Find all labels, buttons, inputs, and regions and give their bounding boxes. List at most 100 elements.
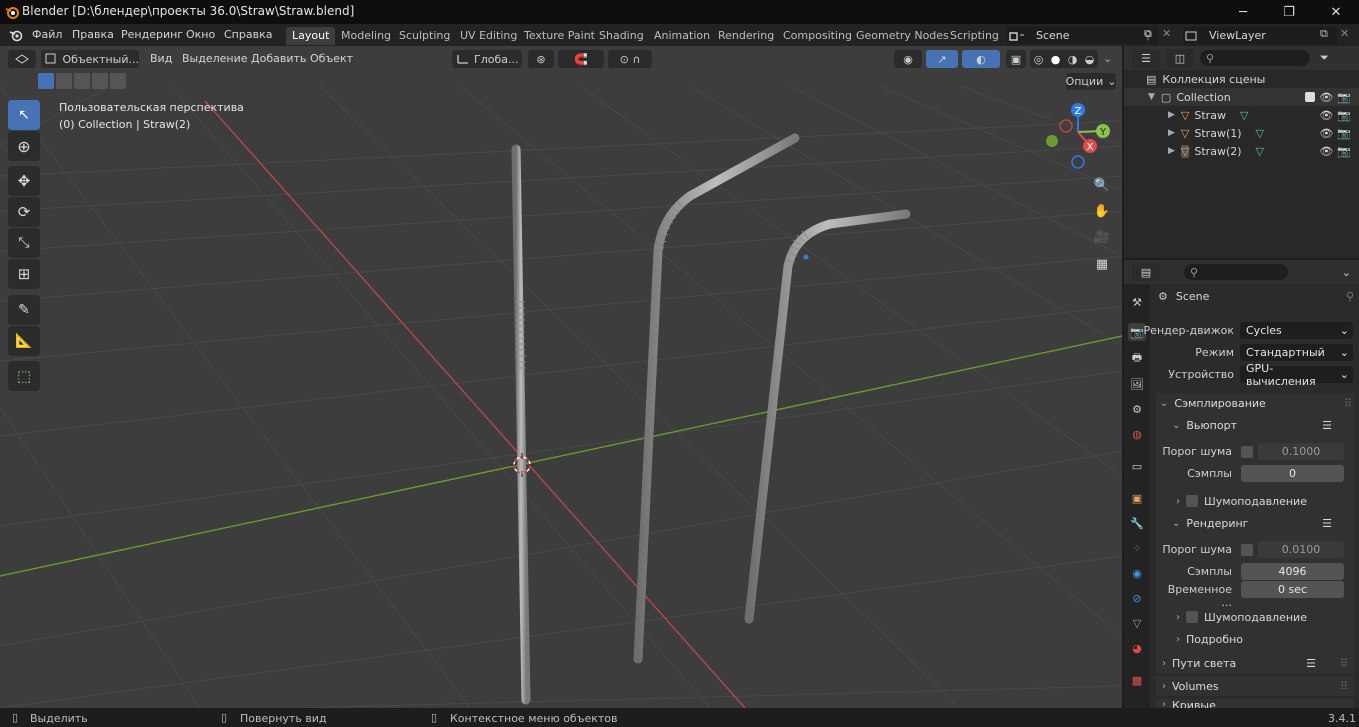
mesh-data-icon[interactable]: ▽ (1256, 127, 1264, 140)
delete-scene-icon[interactable]: ✕ (1162, 27, 1171, 40)
render-noise-threshold-checkbox[interactable] (1241, 544, 1253, 556)
object-tab[interactable]: ▣ (1128, 489, 1146, 507)
advanced-row[interactable]: › Подробно (1176, 631, 1346, 647)
data-tab[interactable]: ▽ (1128, 614, 1146, 632)
viewlayer-selector[interactable]: ViewLayer (1183, 27, 1338, 44)
eye-icon[interactable]: 👁 (1319, 145, 1333, 158)
tab-texture-paint[interactable]: Texture Paint (518, 27, 601, 45)
pivot-point-button[interactable]: ⊛ (528, 50, 554, 68)
viewport-noise-threshold-checkbox[interactable] (1241, 446, 1253, 458)
material-tab[interactable]: ◕ (1128, 639, 1146, 657)
preset-list-icon[interactable]: ☰ (1306, 657, 1316, 670)
tab-compositing[interactable]: Compositing (777, 27, 858, 45)
constraints-tab[interactable]: ⊘ (1128, 589, 1146, 607)
properties-editor-type-button[interactable]: ▤ (1132, 263, 1160, 281)
display-mode-button[interactable]: ◫ (1166, 49, 1194, 67)
tab-geometry-nodes[interactable]: Geometry Nodes (850, 27, 955, 45)
camera-icon[interactable]: 📷 (1337, 109, 1351, 122)
feature-set-dropdown[interactable]: Стандартный ⌄ (1240, 344, 1353, 361)
maximize-button[interactable]: ❐ (1266, 0, 1312, 24)
properties-search-input[interactable]: ⚲ (1184, 264, 1288, 280)
outliner-row-collection[interactable]: ▼ ▢ Collection 👁 📷 (1124, 88, 1359, 106)
wireframe-shading-icon[interactable]: ◎ (1034, 53, 1044, 66)
xray-toggle-button[interactable]: ▣ (1006, 50, 1026, 68)
eye-icon[interactable]: 👁 (1319, 109, 1333, 122)
modifier-tab[interactable]: 🔧 (1128, 514, 1146, 532)
camera-icon[interactable]: 📷 (1337, 145, 1351, 158)
scene-selector[interactable]: Scene ⚲ (1006, 27, 1158, 44)
move-tool[interactable]: ✥ (8, 166, 40, 196)
options-button[interactable]: Опции ⌄ (1066, 73, 1116, 90)
blender-menu-icon[interactable] (9, 28, 23, 42)
proportional-edit-button[interactable]: ⊙ ∩ (608, 50, 652, 68)
tool-tab[interactable]: ⚒ (1128, 293, 1146, 311)
menu-object[interactable]: Объект (310, 52, 353, 65)
camera-icon[interactable]: 📷 (1337, 127, 1351, 140)
ortho-toggle-button[interactable]: ▦ (1090, 252, 1114, 276)
select-invert-icon[interactable] (110, 73, 126, 89)
transform-orientation-selector[interactable]: Глоба... (452, 50, 522, 68)
viewport-noise-threshold-field[interactable]: 0.1000 (1258, 443, 1344, 460)
snap-button[interactable]: 🧲 (558, 50, 604, 68)
tab-shading[interactable]: Shading (593, 27, 650, 45)
menu-edit[interactable]: Правка (72, 28, 114, 41)
collection-tab[interactable]: ▭ (1128, 457, 1146, 475)
outliner-row-straw-1[interactable]: ▶ ▽ Straw(1) ▽ 👁 📷 (1124, 124, 1359, 142)
close-button[interactable]: ✕ (1313, 0, 1359, 24)
mesh-data-icon[interactable]: ▽ (1256, 145, 1264, 158)
expand-icon[interactable]: ▶ (1168, 128, 1175, 138)
expand-icon[interactable]: ▶ (1168, 146, 1175, 156)
render-noise-threshold-field[interactable]: 0.0100 (1258, 541, 1344, 558)
tab-rendering[interactable]: Rendering (712, 27, 780, 45)
shading-mode-group[interactable]: ◎ ● ◑ ◒ (1030, 50, 1098, 68)
curves-panel-header[interactable]: › Кривые (1156, 699, 1354, 708)
device-dropdown[interactable]: GPU-вычисления ⌄ (1240, 362, 1353, 388)
render-denoise-checkbox[interactable] (1186, 611, 1198, 623)
drag-handle-icon[interactable]: ⠿ (1340, 680, 1348, 693)
filter-icon[interactable]: ⏷ (1320, 51, 1329, 65)
world-tab[interactable]: ◍ (1128, 425, 1146, 443)
menu-view[interactable]: Вид (150, 52, 172, 65)
eye-icon[interactable]: 👁 (1319, 91, 1333, 104)
camera-icon[interactable]: 📷 (1337, 91, 1351, 104)
viewport-denoise-row[interactable]: › Шумоподавление (1176, 493, 1346, 509)
tab-scripting[interactable]: Scripting (944, 27, 1005, 45)
render-engine-dropdown[interactable]: Cycles ⌄ (1240, 322, 1353, 339)
outliner-editor-type-button[interactable]: ☰ (1132, 49, 1160, 67)
volumes-panel-header[interactable]: › Volumes ⠿ (1156, 676, 1354, 696)
physics-tab[interactable]: ◉ (1128, 564, 1146, 582)
navigation-gizmo[interactable]: Z Y X (1040, 96, 1116, 172)
time-limit-field[interactable]: 0 sec (1241, 581, 1344, 598)
scale-tool[interactable]: ⤡ (8, 228, 40, 258)
overlays-toggle-button[interactable]: ◐ (962, 50, 1000, 68)
gizmo-toggle-button[interactable]: ↗ (926, 50, 958, 68)
new-viewlayer-icon[interactable]: ⧉ (1320, 27, 1328, 41)
add-cube-tool[interactable]: ⬚ (8, 361, 40, 391)
editor-type-button[interactable] (8, 50, 36, 68)
straw-object[interactable] (511, 144, 531, 705)
solid-shading-icon[interactable]: ● (1051, 53, 1061, 66)
outliner-row-straw-2[interactable]: ▶ ▽ Straw(2) ▽ 👁 📷 (1124, 142, 1359, 160)
rotate-tool[interactable]: ⟳ (8, 197, 40, 227)
menu-file[interactable]: Файл (32, 28, 62, 41)
tab-modeling[interactable]: Modeling (335, 27, 397, 45)
transform-tool[interactable]: ⊞ (8, 259, 40, 289)
eye-icon[interactable]: 👁 (1319, 127, 1333, 140)
preset-list-icon[interactable]: ☰ (1322, 419, 1332, 432)
preset-list-icon[interactable]: ☰ (1322, 517, 1332, 530)
select-new-icon[interactable] (38, 73, 54, 89)
mesh-data-icon[interactable]: ▽ (1240, 109, 1248, 122)
annotate-tool[interactable]: ✎ (8, 295, 40, 325)
select-intersect-icon[interactable] (92, 73, 108, 89)
sampling-header[interactable]: ⌄ Сэмплирование ⠿ (1160, 395, 1352, 411)
pan-button[interactable]: ✋ (1090, 199, 1114, 223)
rendered-shading-icon[interactable]: ◒ (1085, 53, 1095, 66)
render-denoise-row[interactable]: › Шумоподавление (1176, 609, 1346, 625)
material-shading-icon[interactable]: ◑ (1068, 53, 1078, 66)
minimize-button[interactable]: ─ (1220, 0, 1266, 24)
select-box-tool[interactable]: ↖ (8, 100, 40, 130)
expand-icon[interactable]: ▶ (1168, 110, 1175, 120)
pin-icon[interactable]: ⚲ (1346, 290, 1354, 303)
render-subpanel-header[interactable]: ⌄ Рендеринг ☰ (1172, 515, 1352, 531)
chevron-down-icon[interactable]: ⌄ (1342, 266, 1351, 279)
